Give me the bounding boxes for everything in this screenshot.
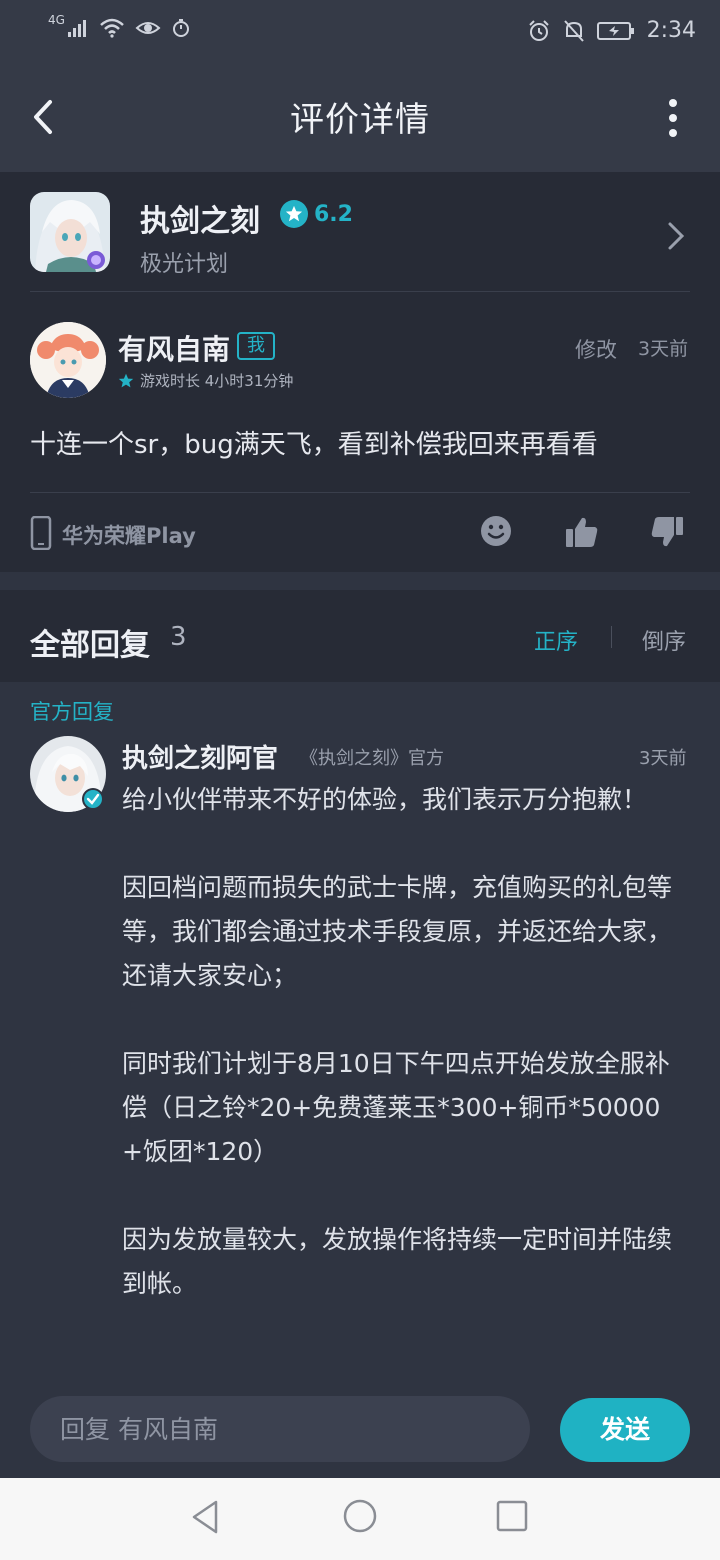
- review-timestamp: 3天前: [638, 338, 689, 360]
- reviewer-name[interactable]: 有风自南: [118, 328, 230, 368]
- official-reply-label: 官方回复: [30, 700, 114, 724]
- developer-name: 极光计划: [140, 252, 229, 277]
- timer-icon: [172, 19, 189, 37]
- nav-home-icon[interactable]: [342, 1498, 378, 1534]
- avatar[interactable]: [30, 322, 106, 398]
- star-icon: [118, 373, 134, 387]
- battery-icon: [596, 21, 634, 40]
- reply-timestamp: 3天前: [639, 748, 687, 769]
- nav-back-icon[interactable]: [188, 1498, 224, 1536]
- thumbs-down-icon[interactable]: [650, 515, 684, 549]
- wifi-icon: [100, 18, 124, 38]
- official-tag: 《执剑之刻》官方: [300, 748, 444, 769]
- divider: [30, 492, 690, 493]
- reply-composer: 发送: [0, 1384, 720, 1478]
- mute-icon: [563, 19, 584, 42]
- clock: 2:34: [646, 18, 696, 43]
- game-icon: [30, 192, 110, 272]
- reply-input[interactable]: [30, 1396, 530, 1462]
- review-text: 十连一个sr，bug满天飞，看到补偿我回来再看看: [30, 430, 598, 460]
- page-title: 评价详情: [290, 100, 430, 140]
- eye-icon: [135, 22, 161, 34]
- reply-body: 给小伙伴带来不好的体验，我们表示万分抱歉！ 因回档问题而损失的武士卡牌，充值购买…: [122, 785, 673, 1298]
- avatar[interactable]: [30, 736, 106, 812]
- replies-title: 全部回复: [30, 628, 150, 663]
- sort-descending-tab[interactable]: 倒序: [642, 624, 686, 656]
- alarm-icon: [528, 19, 549, 41]
- game-info-row[interactable]: 执剑之刻 6.2 极光计划: [30, 192, 690, 292]
- more-options-icon[interactable]: [666, 98, 680, 138]
- replies-header: 全部回复 3 正序 倒序: [0, 590, 720, 682]
- rating-value: 6.2: [314, 201, 353, 227]
- star-icon: [280, 200, 308, 228]
- review-card: 执剑之刻 6.2 极光计划 有风自南 我 游戏时长 4小时31分钟 修改 3天前…: [0, 172, 720, 572]
- reviewer-row: 有风自南 我 游戏时长 4小时31分钟 修改 3天前: [30, 322, 690, 402]
- system-nav-bar: [0, 1478, 720, 1560]
- signal-icon: [67, 20, 86, 37]
- game-name: 执剑之刻: [140, 204, 260, 239]
- review-footer: 华为荣耀Play: [30, 512, 690, 558]
- edit-button[interactable]: 修改: [575, 334, 617, 364]
- nav-recents-icon[interactable]: [496, 1500, 528, 1532]
- sort-ascending-tab[interactable]: 正序: [534, 624, 578, 656]
- playtime: 游戏时长 4小时31分钟: [118, 370, 293, 391]
- chevron-right-icon[interactable]: [664, 218, 688, 254]
- top-bar: 评价详情: [0, 62, 720, 172]
- device-source: 华为荣耀Play: [62, 524, 196, 548]
- divider: [611, 626, 612, 648]
- emoji-icon[interactable]: [480, 515, 512, 547]
- thumbs-up-icon[interactable]: [565, 515, 599, 549]
- replies-count: 3: [170, 622, 187, 652]
- phone-icon: [30, 516, 52, 550]
- network-type: 4G: [48, 13, 65, 27]
- me-badge: 我: [237, 332, 275, 360]
- reply-author-name[interactable]: 执剑之刻阿官: [122, 738, 278, 775]
- send-button[interactable]: 发送: [560, 1398, 690, 1462]
- playtime-text: 游戏时长 4小时31分钟: [140, 372, 294, 390]
- status-bar: 4G 2:34: [0, 0, 720, 62]
- game-rating: 6.2: [280, 200, 353, 228]
